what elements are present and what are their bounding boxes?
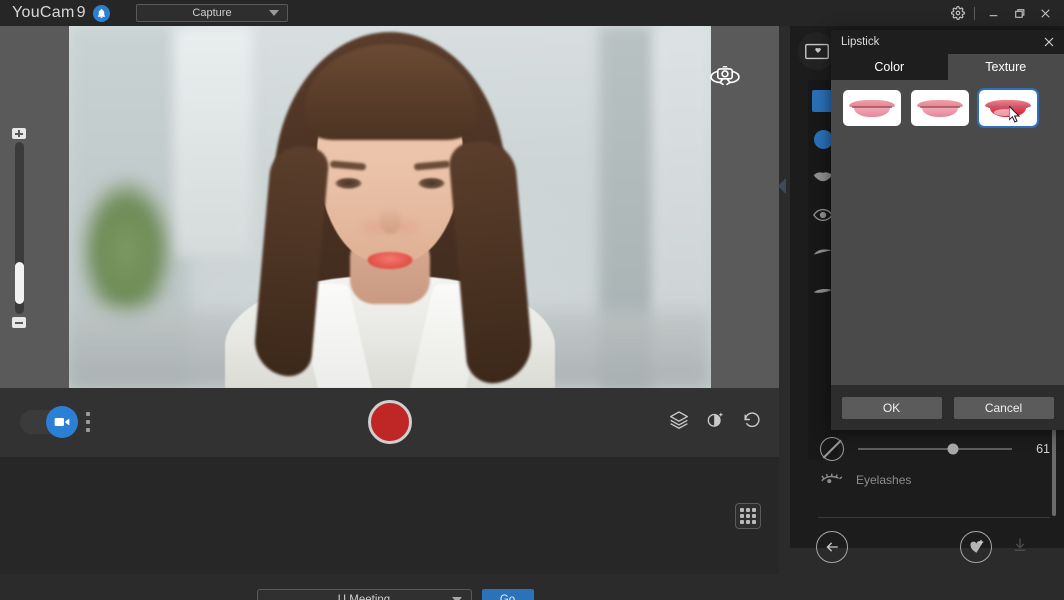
- eyebrow-right: [329, 160, 367, 171]
- zoom-in-button[interactable]: [12, 128, 26, 139]
- eyelash-icon: [820, 472, 846, 488]
- webcam-video-frame: [69, 26, 711, 388]
- zoom-slider-thumb[interactable]: [14, 262, 24, 304]
- blush-right: [357, 216, 391, 238]
- capture-control-bar: [0, 388, 779, 456]
- eyelashes-label: Eyelashes: [856, 473, 912, 487]
- lipstick-dialog: Lipstick Color Texture OK Cancel: [831, 30, 1064, 430]
- circle-swatch-icon: [813, 129, 833, 149]
- vertical-dots-icon[interactable]: [86, 412, 90, 432]
- eyelashes-row[interactable]: Eyelashes: [820, 472, 1050, 488]
- bottom-bar: U Meeting Go: [0, 574, 790, 600]
- app-version: 9: [76, 4, 86, 21]
- zoom-out-button[interactable]: [12, 317, 26, 328]
- panel-scrollbar[interactable]: [1052, 426, 1056, 516]
- gear-icon[interactable]: [945, 0, 971, 26]
- app-launch-label: U Meeting: [337, 594, 391, 600]
- zoom-slider[interactable]: [11, 128, 27, 328]
- app-brand: YouCam 9: [12, 4, 110, 22]
- zoom-slider-track[interactable]: [14, 142, 24, 314]
- texture-thumbnail-list: [831, 88, 1064, 128]
- eye-right: [335, 178, 362, 189]
- capture-mode-label: Capture: [192, 7, 232, 19]
- video-preview-stage[interactable]: [0, 26, 779, 388]
- collapse-left-arrow-icon[interactable]: [778, 178, 786, 194]
- youcam-app-window: YouCam 9 Capture U Meeting Go 61 Eyelash…: [0, 0, 1064, 600]
- add-look-icon[interactable]: [960, 531, 992, 563]
- window-controls: [945, 0, 1058, 26]
- lips-icon: [985, 98, 1031, 118]
- controls-divider: [974, 6, 975, 20]
- foundation-slider-row[interactable]: 61: [820, 432, 1050, 466]
- no-effect-icon[interactable]: [820, 437, 844, 461]
- background-plant: [79, 176, 174, 326]
- app-launch-select[interactable]: U Meeting: [256, 589, 472, 600]
- dialog-title: Lipstick: [841, 36, 880, 48]
- person-subject: [210, 26, 570, 388]
- chevron-down-icon: [269, 10, 279, 16]
- texture-glossy-thumbnail[interactable]: [977, 88, 1039, 128]
- video-camera-icon[interactable]: [46, 406, 78, 438]
- go-button[interactable]: Go: [481, 589, 534, 600]
- restore-icon[interactable]: [1006, 0, 1032, 26]
- foundation-slider-thumb[interactable]: [947, 443, 959, 455]
- lips-icon: [917, 98, 963, 118]
- dialog-footer: OK Cancel: [831, 385, 1064, 430]
- dialog-title-bar: Lipstick: [831, 30, 1064, 54]
- camera-rotate-icon[interactable]: [703, 60, 747, 94]
- beauty-panel-footer: [790, 518, 1064, 576]
- eye-left: [418, 178, 445, 189]
- beauty-panel-inner: Foundation 61 Eyelashes: [778, 26, 1064, 563]
- minimize-icon[interactable]: [980, 0, 1006, 26]
- foundation-slider-track[interactable]: [858, 443, 1012, 455]
- dialog-body: [831, 80, 1064, 385]
- dialog-tabs: Color Texture: [831, 54, 1064, 80]
- record-button[interactable]: [367, 400, 412, 444]
- control-bar-right-icons: [669, 410, 761, 435]
- download-icon[interactable]: [1012, 537, 1028, 558]
- cancel-button[interactable]: Cancel: [953, 396, 1054, 419]
- tab-texture[interactable]: Texture: [947, 54, 1064, 80]
- camera-toggle[interactable]: [20, 406, 78, 438]
- undo-arrow-icon[interactable]: [741, 410, 761, 435]
- lips-icon: [849, 98, 895, 118]
- blush-left: [389, 216, 423, 238]
- back-arrow-icon[interactable]: [816, 531, 848, 563]
- close-icon[interactable]: [1032, 0, 1058, 26]
- layers-icon[interactable]: [669, 410, 689, 435]
- tab-color[interactable]: Color: [831, 54, 948, 80]
- close-icon[interactable]: [1041, 34, 1057, 50]
- brightness-sparkle-icon[interactable]: [705, 410, 725, 435]
- texture-satin-thumbnail[interactable]: [911, 90, 969, 126]
- app-title: YouCam 9: [12, 4, 86, 22]
- title-bar: YouCam 9 Capture: [0, 0, 1064, 26]
- ok-button[interactable]: OK: [841, 396, 942, 419]
- beauty-effects-panel: Foundation 61 Eyelashes: [778, 26, 1064, 600]
- texture-matte-thumbnail[interactable]: [843, 90, 901, 126]
- lips-with-lipstick: [367, 252, 413, 269]
- capture-mode-select[interactable]: Capture: [136, 4, 288, 22]
- capture-gallery-strip[interactable]: [0, 456, 779, 574]
- bell-icon[interactable]: [92, 4, 110, 22]
- main-area: U Meeting Go: [0, 26, 790, 600]
- app-name: YouCam: [12, 4, 75, 21]
- foundation-value: 61: [1036, 442, 1050, 456]
- eyebrow-left: [413, 160, 451, 171]
- grid-view-icon[interactable]: [735, 502, 761, 529]
